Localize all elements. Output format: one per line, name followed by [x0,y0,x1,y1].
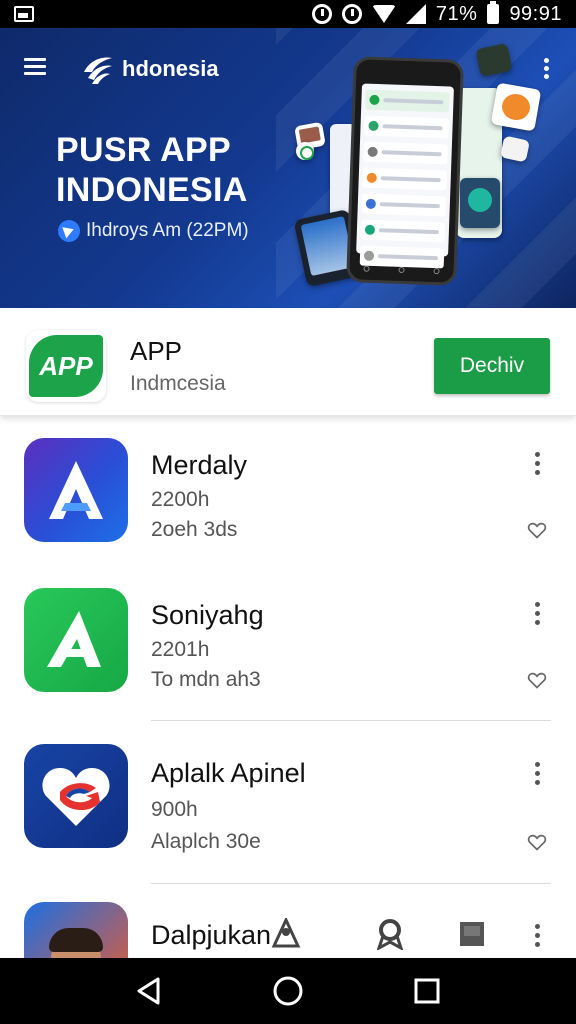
back-icon[interactable] [129,971,169,1011]
app-icon-b [24,588,128,692]
app-meta-secondary: To mdn ah3 [151,668,261,691]
image-box-icon [460,922,484,946]
hamburger-menu-icon[interactable] [24,58,46,76]
app-name: Dalpjukan [151,920,272,950]
system-nav-bar [0,958,576,1024]
featured-subtitle: Indmcesia [130,372,226,395]
list-item[interactable]: Dalpjukan [0,898,576,958]
gallery-icon [14,6,34,22]
avatar-icon [49,928,103,958]
heart-outline-icon[interactable] [527,832,547,852]
hero-title-line1: PUSR APP [56,131,231,169]
more-vertical-icon[interactable] [535,602,541,626]
app-meta-primary: 2201h [151,638,210,661]
phone-mockup [346,56,464,286]
more-vertical-icon[interactable] [544,58,550,80]
app-name: Merdaly [151,450,248,480]
floating-card-icon [475,42,513,78]
list-item[interactable]: Aplalk Apinel 900h Alaplch 30e [0,730,576,884]
badge-icon [376,919,404,950]
divider [151,720,551,721]
wifi-icon [371,5,396,23]
featured-title: APP [130,336,183,366]
gallery-card-icon [490,82,542,132]
app-name: Soniyahg [151,600,264,630]
more-vertical-icon[interactable] [535,452,541,476]
brand-name: hdonesia [122,56,219,81]
app-icon-a [24,438,128,542]
heart-logo-icon [42,768,110,826]
featured-app-logo: APP [26,330,106,402]
status-time: 99:91 [509,2,562,25]
more-vertical-icon[interactable] [535,762,541,786]
users-icon [271,918,301,948]
app-meta-primary: 2200h [151,488,210,511]
alarm-icon-2 [341,4,362,24]
list-item[interactable]: Merdaly 2200h 2oeh 3ds [0,420,576,570]
mail-icon [499,135,531,163]
alarm-icon [311,4,332,24]
signal-icon [405,4,426,24]
send-icon [58,220,80,242]
featured-app-row[interactable]: APP APP Indmcesia Dechiv [0,308,576,416]
phone-screen [356,83,454,269]
heart-outline-icon[interactable] [527,670,547,690]
list-item[interactable]: Soniyahg 2201h To mdn ah3 [0,570,576,721]
recents-icon[interactable] [407,971,447,1011]
app-meta-secondary: Alaplch 30e [151,830,261,853]
battery-icon [487,1,500,24]
brand-logo-icon [84,57,112,84]
letter-a-icon [49,461,103,519]
featured-logo-text: APP [29,335,103,397]
divider [151,883,551,884]
hero-title: PUSR APP INDONESIA [56,130,248,210]
home-icon[interactable] [268,971,308,1011]
tablet-icon [460,178,500,228]
status-bar: 71% 99:91 [0,0,576,28]
app-icon-c [24,744,128,848]
app-meta-primary: 900h [151,798,198,821]
brand: hdonesia [80,52,219,86]
letter-a-icon [47,611,101,667]
battery-percent: 71% [435,2,478,25]
more-vertical-icon[interactable] [535,924,541,948]
hero-title-line2: INDONESIA [56,171,248,209]
featured-action-button[interactable]: Dechiv [434,338,550,394]
hero-banner: hdonesia PUSR APP INDONESIA Ihdroys Am (… [0,28,576,308]
hero-subtitle-text: Ihdroys Am (22PM) [86,220,249,241]
heart-outline-icon[interactable] [527,520,547,540]
app-name: Aplalk Apinel [151,758,306,788]
app-icon-profile [24,902,128,958]
app-meta-secondary: 2oeh 3ds [151,518,238,541]
chat-bubble-icon [296,142,314,160]
hero-subtitle: Ihdroys Am (22PM) [58,220,249,242]
